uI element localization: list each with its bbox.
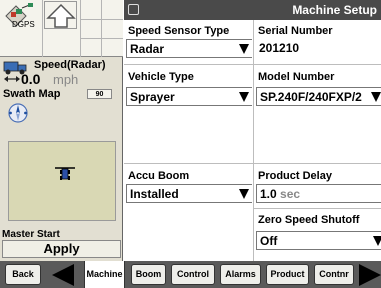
dropdown-arrow-icon: [373, 236, 381, 246]
model-number-dropdown[interactable]: SP.240F/240FXP/2: [256, 87, 381, 106]
serial-number-label: Serial Number: [258, 25, 333, 37]
product-delay-label: Product Delay: [258, 170, 332, 182]
bottom-nav: Back Machine Boom Control Alarms Product…: [0, 261, 381, 288]
back-button[interactable]: Back: [5, 264, 41, 285]
dropdown-arrow-icon: [239, 92, 249, 102]
page-title: Machine Setup: [292, 3, 377, 17]
product-delay-value: 1.0: [260, 187, 277, 201]
swath-map-title: Swath Map: [3, 88, 61, 100]
tab-contnr[interactable]: Contnr: [314, 264, 354, 285]
product-delay-cell: Product Delay 1.0 sec: [254, 167, 381, 207]
swath-map[interactable]: [8, 141, 116, 221]
zero-speed-shutoff-value: Off: [260, 234, 278, 248]
speed-panel[interactable]: Speed(Radar) 0.0 mph: [0, 58, 123, 87]
model-number-cell: Model Number SP.240F/240FXP/2: [254, 68, 381, 108]
dropdown-arrow-icon: [239, 189, 249, 199]
speed-sensor-type-dropdown[interactable]: Radar: [126, 39, 252, 58]
vehicle-type-dropdown[interactable]: Sprayer: [126, 87, 252, 106]
tab-machine[interactable]: Machine: [84, 261, 125, 288]
accu-boom-cell: Accu Boom Installed: [124, 167, 252, 207]
apply-button[interactable]: Apply: [2, 240, 121, 258]
vehicle-type-value: Sprayer: [130, 90, 175, 104]
vehicle-type-cell: Vehicle Type Sprayer: [124, 68, 252, 108]
dropdown-arrow-icon: [239, 44, 249, 54]
up-arrow-icon: [46, 3, 76, 28]
title-bar: Machine Setup: [124, 0, 381, 20]
zero-speed-shutoff-cell: Zero Speed Shutoff Off: [254, 213, 381, 257]
back-arrow-icon[interactable]: [52, 264, 74, 286]
up-arrow-button[interactable]: [44, 1, 77, 29]
dgps-icon[interactable]: [2, 2, 40, 34]
machine-setup-panel: Machine Setup Speed Sensor Type Radar Se…: [124, 0, 381, 261]
accu-boom-dropdown[interactable]: Installed: [126, 184, 252, 203]
serial-number-value: 201210: [259, 41, 300, 55]
dgps-label: DGPS: [12, 20, 35, 29]
vehicle-type-label: Vehicle Type: [128, 71, 194, 83]
swath-map-header: Swath Map 90: [0, 88, 123, 102]
accu-boom-value: Installed: [130, 187, 179, 201]
sprayer-icon: [55, 167, 75, 180]
zero-speed-shutoff-label: Zero Speed Shutoff: [258, 214, 360, 226]
tab-alarms[interactable]: Alarms: [220, 264, 261, 285]
forward-arrow-icon[interactable]: [359, 264, 381, 286]
serial-number-field[interactable]: 201210: [256, 39, 381, 58]
status-grid: DGPS: [0, 0, 123, 57]
model-number-value: SP.240F/240FXP/2: [260, 90, 362, 104]
dropdown-arrow-icon: [371, 92, 381, 102]
product-delay-input[interactable]: 1.0 sec: [256, 184, 381, 203]
speed-value: 0.0: [21, 71, 41, 87]
accu-boom-label: Accu Boom: [128, 170, 190, 182]
left-panel: DGPS Speed(Radar) 0.0 mph Swath Map 90 M…: [0, 0, 123, 261]
speed-sensor-type-label: Speed Sensor Type: [128, 25, 230, 37]
compass-icon[interactable]: [7, 102, 29, 124]
speed-title: Speed(Radar): [34, 59, 106, 71]
screen-icon: [128, 4, 139, 15]
tab-boom[interactable]: Boom: [131, 264, 166, 285]
tab-control[interactable]: Control: [171, 264, 215, 285]
tab-product[interactable]: Product: [266, 264, 309, 285]
model-number-label: Model Number: [258, 71, 335, 83]
swath-zoom-badge[interactable]: 90: [87, 89, 112, 99]
speed-sensor-type-value: Radar: [130, 42, 165, 56]
speed-sensor-type-cell: Speed Sensor Type Radar: [124, 22, 252, 62]
zero-speed-shutoff-dropdown[interactable]: Off: [256, 231, 381, 250]
serial-number-cell: Serial Number 201210: [254, 22, 381, 62]
speed-unit: mph: [53, 72, 79, 87]
master-start-label: Master Start: [2, 229, 60, 240]
product-delay-unit: sec: [280, 187, 301, 201]
